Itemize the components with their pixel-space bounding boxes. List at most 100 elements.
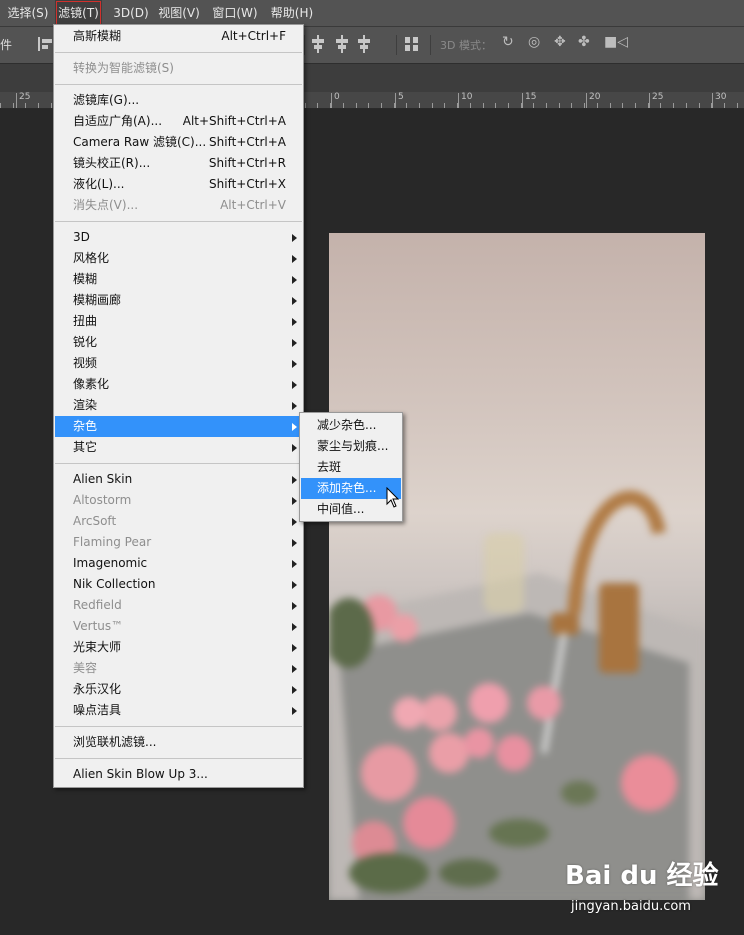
filter-menu-item[interactable]: 液化(L)... Shift+Ctrl+X	[55, 174, 302, 195]
filter-menu-item[interactable]: 模糊画廊	[55, 290, 302, 311]
menu-item-label: 模糊画廊	[73, 293, 122, 307]
menu-bar: 选择(S) 滤镜(T) 3D(D) 视图(V) 窗口(W) 帮助(H)	[0, 0, 744, 27]
ruler-label: 30	[715, 92, 727, 102]
noise-submenu-item[interactable]: 蒙尘与划痕...	[301, 436, 401, 457]
filter-menu-item[interactable]: Nik Collection	[55, 574, 302, 595]
menubar-item-2[interactable]: 3D(D)	[112, 0, 150, 26]
filter-menu-item[interactable]: 锐化	[55, 332, 302, 353]
menu-item-label: 视频	[73, 356, 98, 370]
pan-3d-icon[interactable]: ✥	[554, 34, 566, 50]
filter-menu-item[interactable]: Alien Skin	[55, 469, 302, 490]
filter-menu-item[interactable]: 自适应广角(A)... Alt+Shift+Ctrl+A	[55, 111, 302, 132]
filter-menu-item[interactable]: 光束大师	[55, 637, 302, 658]
distribute-top-icon[interactable]	[334, 35, 350, 53]
filter-menu-item[interactable]: 噪点洁具	[55, 700, 302, 721]
filter-menu-item[interactable]: 视频	[55, 353, 302, 374]
menu-item-shortcut: Alt+Ctrl+V	[220, 198, 286, 212]
ruler-minor-tick	[559, 103, 560, 108]
menu-item-label: Flaming Pear	[73, 535, 152, 549]
orbit-3d-icon[interactable]: ↻	[502, 34, 514, 50]
menubar-item-5[interactable]: 帮助(H)	[269, 0, 315, 26]
ruler-minor-tick	[610, 103, 611, 108]
filter-menu-item[interactable]: 扭曲	[55, 311, 302, 332]
filter-menu-item[interactable]: 风格化	[55, 248, 302, 269]
menu-item-shortcut: Alt+Ctrl+F	[221, 29, 286, 43]
menubar-item-1[interactable]: 滤镜(T)	[55, 0, 102, 26]
submenu-arrow-icon	[292, 297, 297, 305]
ruler-minor-tick	[686, 103, 687, 108]
ruler-label: 25	[19, 92, 31, 102]
roll-3d-icon[interactable]: ◎	[528, 34, 540, 50]
menu-separator	[55, 84, 302, 85]
filter-menu-item[interactable]: 像素化	[55, 374, 302, 395]
filter-menu-item[interactable]: Vertus™	[55, 616, 302, 637]
ruler-minor-tick	[737, 103, 738, 108]
ruler-minor-tick	[38, 103, 39, 108]
menu-item-label: 中间值...	[317, 502, 365, 516]
filter-menu-item[interactable]: 渲染	[55, 395, 302, 416]
menu-item-label: 镜头校正(R)...	[73, 156, 151, 170]
scale-3d-icon[interactable]: ■◁	[604, 34, 628, 50]
noise-submenu-item[interactable]: 去斑	[301, 457, 401, 478]
ruler-minor-tick	[368, 103, 369, 108]
filter-menu-item[interactable]: Camera Raw 滤镜(C)... Shift+Ctrl+A	[55, 132, 302, 153]
ruler-minor-tick	[330, 103, 331, 108]
menubar-item-0[interactable]: 选择(S)	[6, 0, 50, 26]
filter-menu-item[interactable]: Imagenomic	[55, 553, 302, 574]
filter-menu-item[interactable]: 模糊	[55, 269, 302, 290]
submenu-arrow-icon	[292, 707, 297, 715]
slide-3d-icon[interactable]: ✤	[578, 34, 590, 50]
noise-submenu-item[interactable]: 减少杂色...	[301, 415, 401, 436]
menubar-item-4[interactable]: 窗口(W)	[211, 0, 259, 26]
ruler-minor-tick	[25, 103, 26, 108]
canvas-photo	[329, 233, 705, 900]
menu-item-label: Vertus™	[73, 619, 124, 633]
menubar-item-3[interactable]: 视图(V)	[157, 0, 201, 26]
menu-item-label: Alien Skin Blow Up 3...	[73, 767, 208, 781]
menu-item-label: 减少杂色...	[317, 418, 377, 432]
submenu-arrow-icon	[292, 518, 297, 526]
auto-align-icon[interactable]	[404, 35, 420, 53]
submenu-arrow-icon	[292, 444, 297, 452]
watermark-url: jingyan.baidu.com	[571, 899, 691, 914]
filter-menu-item[interactable]: 镜头校正(R)... Shift+Ctrl+R	[55, 153, 302, 174]
filter-menu-item[interactable]: 浏览联机滤镜...	[55, 732, 302, 753]
ruler-minor-tick	[508, 103, 509, 108]
filter-menu-item[interactable]: 滤镜库(G)...	[55, 90, 302, 111]
filter-menu-item[interactable]: Flaming Pear	[55, 532, 302, 553]
ruler-minor-tick	[381, 103, 382, 108]
ruler-major-tick	[395, 93, 396, 108]
filter-menu-item[interactable]: 转换为智能滤镜(S)	[55, 58, 302, 79]
toolbar-left-text: 件	[0, 38, 13, 52]
filter-menu-item[interactable]: 消失点(V)... Alt+Ctrl+V	[55, 195, 302, 216]
toolbar-separator	[396, 35, 397, 55]
ruler-minor-tick	[457, 103, 458, 108]
menu-item-label: Camera Raw 滤镜(C)...	[73, 135, 207, 149]
filter-menu-item[interactable]: 永乐汉化	[55, 679, 302, 700]
menu-separator	[55, 52, 302, 53]
filter-menu-item[interactable]: ArcSoft	[55, 511, 302, 532]
ruler-minor-tick	[343, 103, 344, 108]
filter-menu-item[interactable]: 美容	[55, 658, 302, 679]
ruler-major-tick	[331, 93, 332, 108]
filter-menu-item[interactable]: 3D	[55, 227, 302, 248]
watermark-brand: Bai du 经验	[565, 861, 719, 891]
filter-menu-item[interactable]: 高斯模糊 Alt+Ctrl+F	[55, 26, 302, 47]
ruler-minor-tick	[660, 103, 661, 108]
toolbar-separator	[304, 35, 305, 55]
ruler-minor-tick	[483, 103, 484, 108]
filter-menu-item[interactable]: 杂色	[55, 416, 302, 437]
menu-item-label: 模糊	[73, 272, 98, 286]
align-hcenter-icon[interactable]	[310, 35, 326, 53]
submenu-arrow-icon	[292, 623, 297, 631]
submenu-arrow-icon	[292, 255, 297, 263]
submenu-arrow-icon	[292, 339, 297, 347]
filter-menu-item[interactable]: Alien Skin Blow Up 3...	[55, 764, 302, 785]
filter-menu-item[interactable]: Altostorm	[55, 490, 302, 511]
ruler-minor-tick	[635, 103, 636, 108]
align-left-icon[interactable]	[38, 35, 54, 53]
distribute-bottom-icon[interactable]	[356, 35, 372, 53]
ruler-minor-tick	[444, 103, 445, 108]
filter-menu-item[interactable]: Redfield	[55, 595, 302, 616]
filter-menu-item[interactable]: 其它	[55, 437, 302, 458]
